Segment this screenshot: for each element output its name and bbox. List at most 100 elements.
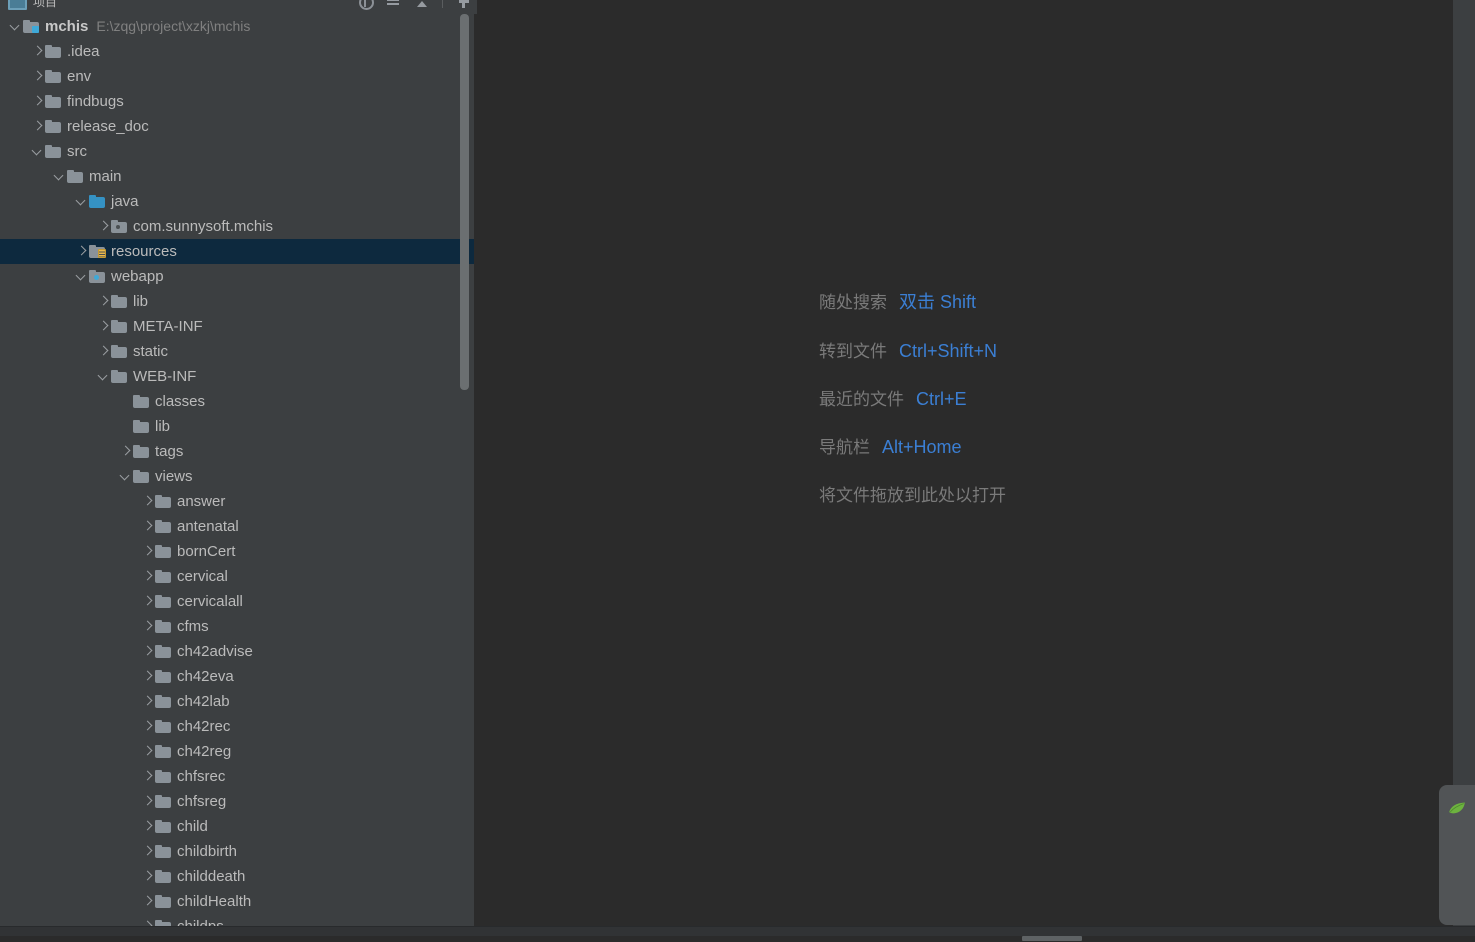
tree-row[interactable]: META-INF [0,314,477,339]
chevron-right-icon[interactable] [96,214,111,239]
folder-icon [111,345,127,358]
tree-row[interactable]: bornCert [0,539,477,564]
tree-row-label: META-INF [133,318,203,335]
settings-icon[interactable] [457,0,471,8]
chevron-right-icon[interactable] [140,639,155,664]
chevron-right-icon[interactable] [140,714,155,739]
tree-row[interactable]: classes [0,389,477,414]
tree-row[interactable]: cfms [0,614,477,639]
tree-scrollbar-thumb[interactable] [460,14,469,390]
spring-tool-button[interactable] [1439,785,1475,925]
tree-row[interactable]: com.sunnysoft.mchis [0,214,477,239]
chevron-right-icon[interactable] [140,789,155,814]
tree-row[interactable]: mchis E:\zqg\project\xzkj\mchis [0,14,477,39]
hide-icon[interactable] [414,0,428,8]
tree-row-label: antenatal [177,518,239,535]
tree-row[interactable]: ch42reg [0,739,477,764]
tree-row[interactable]: childHealth [0,889,477,914]
chevron-right-icon[interactable] [140,514,155,539]
tree-row[interactable]: main [0,164,477,189]
tree-row[interactable]: WEB-INF [0,364,477,389]
tree-row[interactable]: java [0,189,477,214]
chevron-right-icon[interactable] [140,889,155,914]
folder-body [89,197,105,208]
tree-row[interactable]: .idea [0,39,477,64]
tree-row[interactable]: webapp [0,264,477,289]
chevron-right-icon[interactable] [96,339,111,364]
chevron-down-icon[interactable] [52,164,67,189]
tree-row[interactable]: resources [0,239,477,264]
chevron-right-icon[interactable] [118,439,133,464]
tree-row[interactable]: childbirth [0,839,477,864]
tree-row-label: release_doc [67,118,149,135]
chevron-right-icon[interactable] [30,114,45,139]
project-tree[interactable]: mchis E:\zqg\project\xzkj\mchis .idea env fi… [0,14,477,926]
folder-body [133,397,149,408]
tree-row-label: cfms [177,618,209,635]
folder-icon [155,520,171,533]
chevron-down-icon[interactable] [8,14,23,39]
tree-row[interactable]: chfsrec [0,764,477,789]
shortcut-hint-label: 最近的文件 [819,390,904,409]
chevron-right-icon[interactable] [96,289,111,314]
tree-row[interactable]: env [0,64,477,89]
tree-scrollbar-track[interactable] [460,14,473,926]
chevron-right-icon[interactable] [140,614,155,639]
chevron-right-icon[interactable] [30,89,45,114]
tree-row[interactable]: static [0,339,477,364]
tree-row[interactable]: src [0,139,477,164]
tree-row[interactable]: ch42rec [0,714,477,739]
tree-row[interactable]: findbugs [0,89,477,114]
chevron-right-icon[interactable] [96,314,111,339]
chevron-right-icon[interactable] [140,589,155,614]
tree-row[interactable]: answer [0,489,477,514]
chevron-right-icon[interactable] [140,689,155,714]
tree-row-label: views [155,468,193,485]
tree-row[interactable]: cervical [0,564,477,589]
chevron-right-icon[interactable] [140,564,155,589]
chevron-right-icon[interactable] [30,64,45,89]
tree-row[interactable]: childps [0,914,477,926]
chevron-down-icon[interactable] [30,139,45,164]
folder-icon [111,320,127,333]
chevron-down-icon[interactable] [74,189,89,214]
folder-icon [155,695,171,708]
chevron-right-icon[interactable] [140,839,155,864]
folder-icon [45,70,61,83]
folder-body [111,322,127,333]
tree-row[interactable]: ch42advise [0,639,477,664]
tree-row-label: ch42advise [177,643,253,660]
chevron-down-icon[interactable] [74,264,89,289]
tree-row[interactable]: lib [0,414,477,439]
folder-icon [45,45,61,58]
chevron-right-icon[interactable] [140,539,155,564]
locate-icon[interactable] [358,0,374,10]
tree-row[interactable]: lib [0,289,477,314]
shortcut-hint-row: 导航栏 Alt+Home [819,433,1006,458]
tree-row[interactable]: chfsreg [0,789,477,814]
chevron-right-icon[interactable] [140,739,155,764]
tree-row-label: chfsrec [177,768,226,785]
chevron-right-icon[interactable] [74,239,89,264]
tree-row[interactable]: child [0,814,477,839]
tree-row[interactable]: childdeath [0,864,477,889]
chevron-down-icon[interactable] [118,464,133,489]
chevron-right-icon[interactable] [140,914,155,926]
tree-row[interactable]: release_doc [0,114,477,139]
tree-row[interactable]: tags [0,439,477,464]
chevron-right-icon[interactable] [140,489,155,514]
chevron-right-icon[interactable] [140,814,155,839]
tree-row[interactable]: antenatal [0,514,477,539]
tree-row[interactable]: ch42lab [0,689,477,714]
chevron-down-icon[interactable] [96,364,111,389]
tree-row[interactable]: cervicalall [0,589,477,614]
collapse-all-icon[interactable] [386,0,400,8]
tree-row[interactable]: views [0,464,477,489]
chevron-right-icon[interactable] [30,39,45,64]
chevron-right-icon[interactable] [140,664,155,689]
chevron-right-icon[interactable] [140,864,155,889]
folder-icon [45,145,61,158]
tree-row-label: cervicalall [177,593,243,610]
chevron-right-icon[interactable] [140,764,155,789]
tree-row[interactable]: ch42eva [0,664,477,689]
